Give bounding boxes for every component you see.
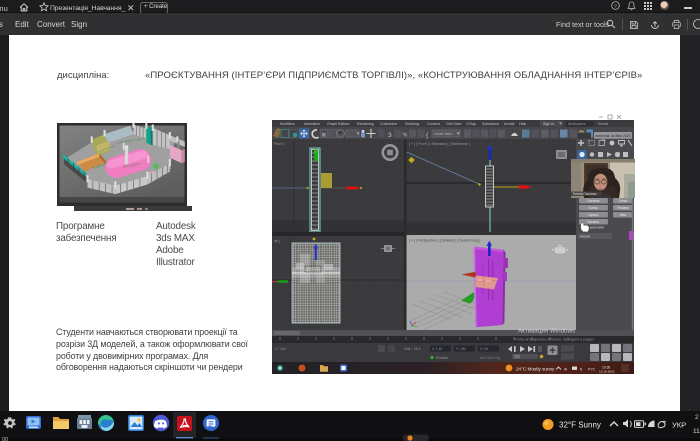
svg-text:⊕: ⊕: [564, 367, 567, 372]
svg-text:and color: and color: [590, 226, 605, 230]
svg-text:[ + ] [ Perspective ] [ Shaded: [ + ] [ Perspective ] [ Shaded ] [ Detai…: [409, 239, 480, 243]
svg-text:[ + ] [ Front ] [ Standard ] [: [ + ] [ Front ] [ Standard ] [ Wireframe…: [409, 142, 470, 146]
svg-text:Add Time Tag: Add Time Tag: [480, 356, 500, 360]
svg-text:12.10.2023: 12.10.2023: [599, 370, 615, 374]
svg-text:24°C Mostly sunny: 24°C Mostly sunny: [516, 367, 555, 372]
svg-text:Workspaces: Workspaces: [568, 122, 586, 126]
svg-text:Substance: Substance: [482, 122, 499, 126]
svg-text:Sign In: Sign In: [543, 122, 554, 126]
svg-text:Тонны: Тонны: [588, 206, 598, 210]
svg-text:Система: Система: [587, 199, 600, 203]
svg-text:Default: Default: [598, 122, 608, 126]
svg-text:3: 3: [388, 132, 392, 139]
svg-text:Civil View: Civil View: [446, 122, 462, 126]
svg-text:Имя: Имя: [620, 213, 626, 217]
svg-text:X: 1,25: X: 1,25: [432, 347, 442, 351]
svg-text:Активация Windows: Активация Windows: [518, 328, 575, 335]
svg-text:Размер: Размер: [618, 206, 629, 210]
svg-text:mmercial, ds Max 2023: mmercial, ds Max 2023: [596, 134, 631, 138]
svg-text:Graph Editors: Graph Editors: [327, 122, 349, 126]
svg-text:op ]: op ]: [274, 239, 280, 243]
svg-text:Grid = 25,4: Grid = 25,4: [404, 347, 421, 351]
svg-text:Кнопки: Кнопки: [580, 235, 591, 239]
svg-text:Animation: Animation: [304, 122, 320, 126]
svg-text:УКР: УКР: [672, 421, 686, 430]
svg-text:V-Ray: V-Ray: [466, 122, 476, 126]
svg-text:00: 00: [2, 437, 8, 441]
svg-text:Y: -240: Y: -240: [456, 347, 466, 351]
svg-text:Arnold: Arnold: [504, 122, 514, 126]
svg-text:?: ?: [614, 3, 617, 9]
svg-text:Сетки: Сетки: [619, 199, 628, 203]
svg-text:Create Selec: Create Selec: [434, 132, 453, 136]
svg-text:Customize: Customize: [380, 122, 397, 126]
svg-text:Тетяна Пасічник: Тетяна Пасічник: [573, 192, 598, 196]
svg-text:Rendering: Rendering: [357, 122, 374, 126]
svg-text:11: 11: [693, 428, 700, 435]
svg-text:Чтобы активировать Windows, пе: Чтобы активировать Windows, перейдите в …: [514, 338, 594, 342]
svg-text:0 / 100: 0 / 100: [275, 347, 286, 351]
svg-text:Front ]: Front ]: [274, 142, 284, 146]
svg-text:%: %: [403, 133, 408, 139]
svg-text:Help: Help: [519, 122, 526, 126]
svg-text:Enabled: Enabled: [436, 356, 448, 360]
svg-text:Прыжок: Прыжок: [587, 220, 599, 224]
svg-text:32°F Sunny: 32°F Sunny: [559, 421, 601, 430]
svg-text:Scripting: Scripting: [405, 122, 419, 126]
svg-text:Modifiers: Modifiers: [280, 122, 295, 126]
svg-text:Content: Content: [427, 122, 440, 126]
svg-text:РУС: РУС: [588, 368, 596, 372]
svg-text:2: 2: [695, 414, 699, 421]
svg-text:Скрыть: Скрыть: [588, 213, 599, 217]
svg-text:Z: 0,0: Z: 0,0: [480, 347, 488, 351]
